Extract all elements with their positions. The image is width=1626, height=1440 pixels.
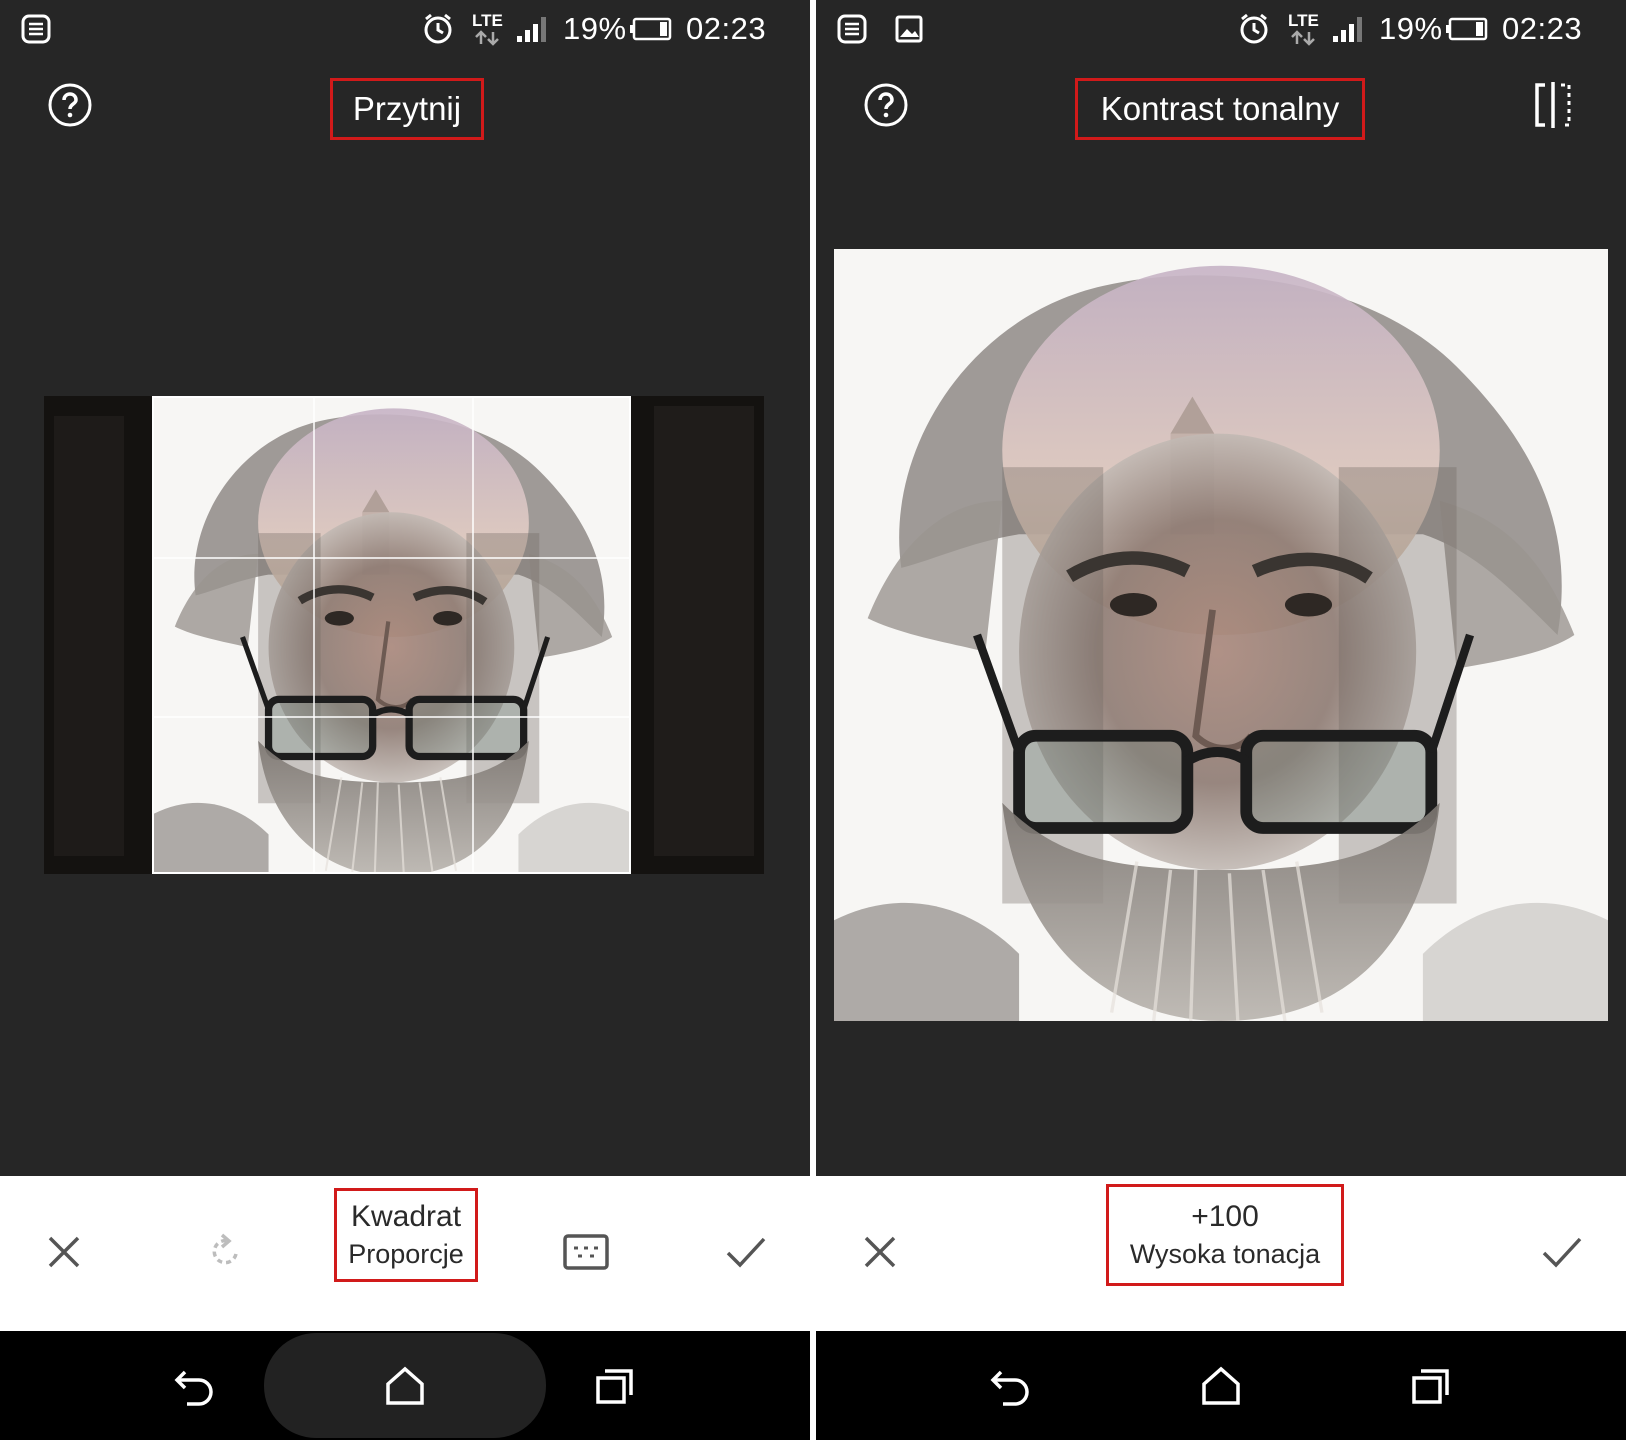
alarm-icon xyxy=(420,0,456,58)
back-icon xyxy=(174,1370,213,1406)
crop-frame[interactable] xyxy=(152,396,631,874)
rotate-button[interactable] xyxy=(200,1226,252,1278)
signal-icon xyxy=(1331,0,1367,58)
home-icon xyxy=(386,1366,424,1405)
battery-icon xyxy=(630,0,672,58)
crop-canvas xyxy=(0,158,810,1176)
photo-preview xyxy=(834,249,1608,1021)
adjustment-label: Wysoka tonacja xyxy=(1129,1239,1321,1269)
network-type: LTE xyxy=(1288,11,1319,30)
home-button[interactable] xyxy=(360,1351,450,1421)
tone-adjustment-option[interactable]: +100 Wysoka tonacja xyxy=(1106,1184,1344,1286)
clock: 02:23 xyxy=(686,11,767,46)
help-button[interactable] xyxy=(861,80,911,130)
status-bar: LTE 19% 02:23 xyxy=(0,0,810,58)
page-title: Kontrast tonalny xyxy=(1075,78,1365,140)
grid-line xyxy=(154,716,629,718)
check-icon xyxy=(726,1237,766,1268)
clock: 02:23 xyxy=(1502,11,1583,46)
aspect-label: Proporcje xyxy=(348,1239,464,1269)
system-nav-bar xyxy=(816,1331,1626,1440)
gallery-notification-icon xyxy=(894,0,924,58)
aspect-value: Kwadrat xyxy=(350,1200,462,1233)
compare-icon xyxy=(1535,82,1571,128)
back-icon xyxy=(990,1370,1029,1406)
back-button[interactable] xyxy=(966,1351,1056,1421)
editor-header: Kontrast tonalny xyxy=(816,58,1626,158)
status-bar: LTE 19% 02:23 xyxy=(816,0,1626,58)
apply-button[interactable] xyxy=(1536,1226,1588,1278)
rotate-icon xyxy=(212,1233,238,1265)
close-icon xyxy=(48,1236,80,1268)
signal-icon xyxy=(515,0,551,58)
network-indicator: LTE xyxy=(472,0,503,58)
notification-list-icon xyxy=(20,0,52,58)
aspect-ratio-option[interactable]: Kwadrat Proporcje xyxy=(334,1188,478,1282)
help-circle-icon xyxy=(864,83,908,127)
cancel-button[interactable] xyxy=(854,1226,906,1278)
adjustment-value: +100 xyxy=(1191,1200,1259,1233)
recents-button[interactable] xyxy=(570,1351,660,1421)
grid-line xyxy=(472,398,474,872)
cancel-button[interactable] xyxy=(38,1226,90,1278)
data-arrows-icon xyxy=(475,30,500,46)
page-title: Przytnij xyxy=(330,78,484,140)
right-phone-screen: LTE 19% 02:23 Kontrast tonalny +100 Wyso… xyxy=(816,0,1626,1440)
edited-photo[interactable] xyxy=(834,249,1608,1021)
home-button[interactable] xyxy=(1176,1351,1266,1421)
editor-header: Przytnij xyxy=(0,58,810,158)
back-button[interactable] xyxy=(150,1351,240,1421)
aspect-ratio-button[interactable] xyxy=(558,1224,614,1280)
alarm-icon xyxy=(1236,0,1272,58)
close-icon xyxy=(864,1236,896,1268)
photo-canvas xyxy=(816,158,1626,1176)
apply-button[interactable] xyxy=(720,1226,772,1278)
network-type: LTE xyxy=(472,11,503,30)
compare-button[interactable] xyxy=(1528,80,1578,130)
aspect-ratio-icon xyxy=(563,1234,609,1270)
photo-preview xyxy=(154,398,631,874)
data-arrows-icon xyxy=(1291,30,1316,46)
tonal-contrast-toolbar: +100 Wysoka tonacja xyxy=(816,1176,1626,1331)
grid-line xyxy=(313,398,315,872)
left-phone-screen: LTE 19% 02:23 Przytnij Kwadrat Proporcje xyxy=(0,0,810,1440)
battery-percent: 19% xyxy=(563,11,627,46)
check-icon xyxy=(1542,1237,1582,1268)
help-circle-icon xyxy=(48,83,92,127)
recents-button[interactable] xyxy=(1386,1351,1476,1421)
recents-icon xyxy=(596,1369,633,1404)
system-nav-bar xyxy=(0,1331,810,1440)
grid-line xyxy=(154,557,629,559)
recents-icon xyxy=(1412,1369,1449,1404)
battery-icon xyxy=(1446,0,1488,58)
network-indicator: LTE xyxy=(1288,0,1319,58)
help-button[interactable] xyxy=(45,80,95,130)
home-icon xyxy=(1202,1366,1240,1405)
battery-percent: 19% xyxy=(1379,11,1443,46)
crop-toolbar: Kwadrat Proporcje xyxy=(0,1176,810,1331)
notification-list-icon xyxy=(836,0,868,58)
